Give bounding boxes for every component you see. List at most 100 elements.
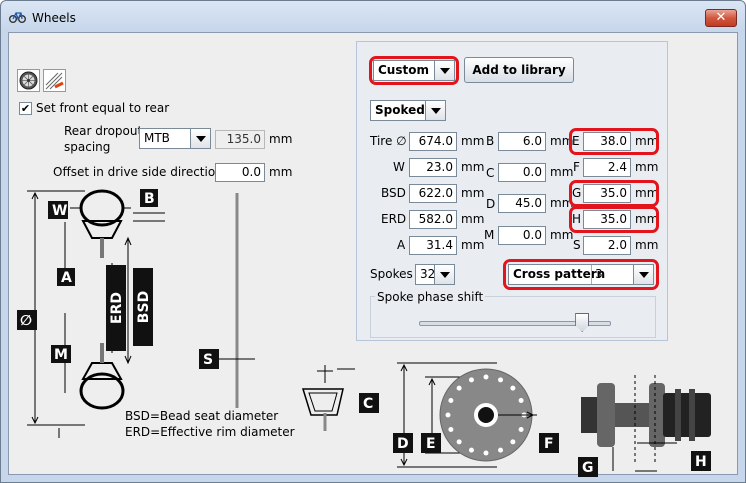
diagram-label-a: A — [61, 270, 72, 286]
spoke-hole — [468, 447, 474, 453]
c-input[interactable]: 0.0 — [498, 163, 546, 182]
legend-bsd: BSD=Bead seat diameter — [125, 409, 279, 423]
diagram-label-g: G — [582, 460, 594, 476]
w-input[interactable]: 23.0 — [409, 158, 457, 177]
spokes-select[interactable]: 32 — [415, 264, 455, 285]
diagram-label-erd: ERD — [109, 292, 125, 324]
wheel-type-select[interactable]: Spoked — [370, 100, 446, 121]
wheel-settings-panel: Custom Add to library Spoked Tire ∅ 674.… — [356, 41, 668, 341]
spoke-hole — [468, 377, 474, 383]
spoke-hole — [510, 385, 516, 391]
diagram-label-c: C — [363, 396, 373, 412]
s-unit: mm — [635, 238, 659, 252]
spoke-tension-icon[interactable] — [43, 69, 66, 92]
phase-shift-group: Spoke phase shift — [370, 290, 656, 338]
diagram-label-f: F — [544, 436, 554, 452]
hub-diagrams: C D E F G H — [301, 362, 711, 477]
rim-diagram: W B A ∅ ERD BSD M S — [17, 189, 255, 438]
f-label: F — [573, 160, 580, 174]
w-unit: mm — [461, 160, 485, 174]
chevron-down-icon[interactable] — [425, 101, 445, 120]
highlight-g — [569, 180, 659, 207]
spoke-hole — [483, 374, 489, 380]
phase-shift-label: Spoke phase shift — [375, 290, 486, 304]
bsd-unit: mm — [461, 186, 485, 200]
dropout-spacing-select[interactable]: MTB — [139, 128, 211, 149]
c-label: C — [486, 166, 495, 180]
spoke-hole — [518, 397, 524, 403]
w-label: W — [393, 160, 405, 174]
s-label: S — [573, 238, 581, 252]
diagram-label-e: E — [426, 436, 436, 452]
tire-label: Tire ∅ — [370, 134, 407, 148]
rear-dropout-label-2: spacing — [64, 140, 111, 154]
spoke-hole — [456, 439, 462, 445]
diagram-label-h: H — [695, 454, 707, 470]
offset-unit: mm — [269, 165, 293, 179]
window-title: Wheels — [32, 11, 76, 25]
a-label: A — [397, 238, 406, 252]
wheels-window: Wheels ✕ ✔ Set front equal to rear Rear … — [0, 0, 746, 483]
b-input[interactable]: 6.0 — [498, 132, 546, 151]
spoke-hole — [483, 450, 489, 456]
spoke-hole — [445, 412, 451, 418]
rear-dropout-label: Rear dropout — [64, 124, 143, 138]
erd-unit: mm — [461, 212, 485, 226]
dropout-spacing-field: 135.0 — [215, 130, 265, 149]
f-input[interactable]: 2.4 — [583, 158, 631, 177]
spokes-label: Spokes — [370, 267, 413, 281]
dropout-spacing-value: MTB — [144, 131, 170, 145]
highlight-cross-pattern — [503, 259, 659, 290]
offset-input[interactable]: 0.0 — [215, 163, 265, 182]
set-front-equal-label: Set front equal to rear — [36, 101, 170, 115]
add-to-library-button[interactable]: Add to library — [464, 57, 574, 83]
wheel-icon[interactable] — [17, 69, 40, 92]
spoke-hole — [518, 427, 524, 433]
b-label: B — [486, 134, 495, 148]
f-unit: mm — [635, 160, 659, 174]
title-bar: Wheels ✕ — [1, 1, 745, 31]
diagram-label-s: S — [203, 352, 213, 368]
bicycle-icon — [9, 12, 26, 23]
m-label: M — [484, 228, 495, 242]
diagram-label-w: W — [52, 203, 67, 219]
tire-input[interactable]: 674.0 — [409, 132, 457, 151]
wheel-type-value: Spoked — [375, 103, 425, 117]
s-input[interactable]: 2.0 — [583, 236, 631, 255]
offset-label: Offset in drive side direction — [53, 165, 223, 179]
spoke-hole — [448, 427, 454, 433]
d-input[interactable]: 45.0 — [498, 194, 546, 213]
chevron-down-icon[interactable] — [434, 265, 454, 284]
chevron-down-icon[interactable] — [190, 129, 210, 148]
spoke-hole — [498, 377, 504, 383]
diagram-label-d: D — [397, 436, 409, 452]
close-button[interactable]: ✕ — [705, 9, 737, 27]
highlight-library — [369, 56, 459, 85]
diagram-label-m: M — [54, 347, 68, 363]
dialog-content: ✔ Set front equal to rear Rear dropout s… — [8, 32, 738, 477]
d-label: D — [486, 197, 496, 211]
spoke-hole — [498, 447, 504, 453]
spoke-hole — [448, 397, 454, 403]
erd-input[interactable]: 582.0 — [409, 210, 457, 229]
tire-unit: mm — [461, 134, 485, 148]
a-input[interactable]: 31.4 — [409, 236, 457, 255]
m-input[interactable]: 0.0 — [498, 226, 546, 245]
spoke-hole — [510, 439, 516, 445]
a-unit: mm — [461, 238, 485, 252]
spokes-value: 32 — [420, 267, 436, 281]
phase-shift-thumb[interactable] — [575, 313, 590, 332]
c-unit: mm — [550, 165, 574, 179]
highlight-e — [569, 128, 659, 155]
bsd-label: BSD — [381, 186, 406, 200]
diagram-label-bsd: BSD — [136, 291, 152, 323]
legend-erd: ERD=Effective rim diameter — [125, 425, 295, 439]
diagram-label-b: B — [144, 191, 155, 207]
erd-label: ERD — [381, 212, 407, 226]
spoke-hole — [456, 385, 462, 391]
highlight-h — [569, 206, 659, 233]
dropout-unit: mm — [269, 132, 293, 146]
bsd-input[interactable]: 622.0 — [409, 184, 457, 203]
set-front-equal-checkbox[interactable]: ✔ — [19, 102, 32, 115]
diagram-label-diameter: ∅ — [20, 313, 32, 329]
